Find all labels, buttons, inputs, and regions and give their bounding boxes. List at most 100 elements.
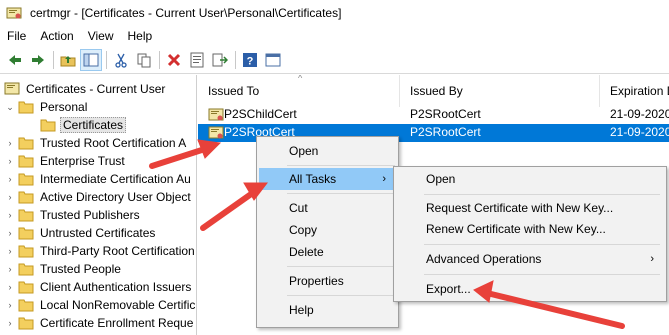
context-menu-cut[interactable]: Cut — [259, 197, 396, 219]
menu-separator — [287, 193, 395, 194]
chevron-right-icon[interactable]: › — [4, 210, 16, 220]
back-button[interactable] — [4, 49, 26, 71]
tree-node-certificates[interactable]: Certificates — [38, 116, 127, 134]
menu-view[interactable]: View — [81, 29, 121, 43]
menu-item-label: Copy — [289, 223, 318, 237]
cut-icon — [115, 53, 127, 68]
menu-help[interactable]: Help — [121, 29, 160, 43]
certificates-store-icon — [4, 82, 20, 95]
open-folder-icon — [40, 119, 56, 132]
menu-item-label: Help — [289, 303, 314, 317]
tree-node-store[interactable]: › Trusted Root Certification A — [4, 134, 188, 152]
help-icon: ? — [243, 52, 257, 67]
tree-node-root[interactable]: Certificates - Current User — [2, 80, 167, 98]
all-tasks-submenu: Open Request Certificate with New Key...… — [393, 166, 667, 302]
chevron-right-icon[interactable]: › — [4, 192, 16, 202]
tree-label-store: Client Authentication Issuers — [40, 280, 192, 294]
console-tree: Certificates - Current User ⌄ Personal C… — [0, 75, 197, 335]
console-button[interactable] — [262, 49, 284, 71]
window-title: certmgr - [Certificates - Current User\P… — [30, 6, 342, 20]
submenu-open[interactable]: Open — [396, 168, 664, 190]
copy-button[interactable] — [133, 49, 155, 71]
tree-node-store[interactable]: › Untrusted Certificates — [4, 224, 157, 242]
folder-icon — [18, 209, 34, 222]
tree-label-store: Intermediate Certification Au — [40, 172, 191, 186]
cell-expiration: 21-09-2020 — [610, 107, 669, 121]
column-header-issued-to[interactable]: Issued To — [198, 75, 400, 107]
show-hide-tree-button[interactable] — [80, 48, 102, 71]
tree-label-root: Certificates - Current User — [26, 82, 166, 96]
menu-file[interactable]: File — [0, 29, 33, 43]
column-header-expiration[interactable]: Expiration D — [600, 75, 669, 107]
folder-icon — [18, 155, 34, 168]
tree-node-store[interactable]: › Trusted People — [4, 260, 123, 278]
tree-label-store: Active Directory User Object — [40, 190, 191, 204]
context-menu-open[interactable]: Open — [259, 140, 396, 162]
context-menu-help[interactable]: Help — [259, 299, 396, 321]
chevron-right-icon[interactable]: › — [4, 318, 16, 328]
tree-node-store[interactable]: › Third-Party Root Certification — [4, 242, 196, 260]
tree-label-store: Trusted People — [40, 262, 121, 276]
delete-icon — [167, 53, 181, 66]
chevron-right-icon: › — [650, 253, 654, 265]
context-menu-properties[interactable]: Properties — [259, 270, 396, 292]
back-arrow-icon — [9, 54, 21, 65]
tree-node-store[interactable]: › Local NonRemovable Certific — [4, 296, 196, 314]
tree-label-store: Third-Party Root Certification — [40, 244, 195, 258]
menu-item-label: Advanced Operations — [426, 252, 542, 266]
chevron-right-icon[interactable]: › — [4, 228, 16, 238]
chevron-right-icon[interactable]: › — [4, 174, 16, 184]
menu-item-label: Open — [289, 144, 319, 158]
menu-separator — [287, 266, 395, 267]
menu-action[interactable]: Action — [33, 29, 80, 43]
submenu-export[interactable]: Export... — [396, 278, 664, 300]
tree-label-store: Enterprise Trust — [40, 154, 125, 168]
cut-button[interactable] — [110, 49, 132, 71]
menu-separator — [287, 295, 395, 296]
tree-node-personal[interactable]: ⌄ Personal — [4, 98, 89, 116]
chevron-right-icon[interactable]: › — [4, 246, 16, 256]
menu-separator — [424, 194, 660, 195]
table-row[interactable]: P2SChildCert P2SRootCert 21-09-2020 — [198, 106, 669, 124]
tree-label-store: Trusted Root Certification A — [40, 136, 187, 150]
certificate-icon — [208, 108, 224, 121]
chevron-right-icon[interactable]: › — [4, 156, 16, 166]
submenu-advanced-operations[interactable]: Advanced Operations › — [396, 248, 664, 270]
chevron-right-icon[interactable]: › — [4, 282, 16, 292]
context-menu-delete[interactable]: Delete — [259, 241, 396, 263]
certmgr-icon — [6, 7, 22, 19]
tree-node-store[interactable]: › Certificate Enrollment Reque — [4, 314, 195, 332]
menu-item-label: Renew Certificate with New Key... — [426, 222, 606, 236]
tree-node-store[interactable]: › Enterprise Trust — [4, 152, 127, 170]
folder-icon — [18, 245, 34, 258]
menu-bar: File Action View Help — [0, 26, 669, 46]
menu-item-label: Delete — [289, 245, 324, 259]
tree-node-store[interactable]: › Trusted Publishers — [4, 206, 142, 224]
tree-label-store: Trusted Publishers — [40, 208, 140, 222]
chevron-down-icon[interactable]: ⌄ — [4, 102, 16, 113]
chevron-right-icon[interactable]: › — [4, 138, 16, 148]
chevron-right-icon[interactable]: › — [4, 264, 16, 274]
menu-separator — [287, 165, 395, 166]
export-list-button[interactable] — [209, 49, 231, 71]
up-one-level-button[interactable] — [57, 49, 79, 71]
forward-arrow-icon — [32, 54, 44, 65]
forward-button[interactable] — [27, 49, 49, 71]
tree-node-store[interactable]: › Intermediate Certification Au — [4, 170, 193, 188]
tree-label-certificates: Certificates — [60, 117, 127, 133]
tree-node-store[interactable]: › Active Directory User Object — [4, 188, 193, 206]
context-menu-all-tasks[interactable]: All Tasks › — [259, 168, 396, 190]
properties-button[interactable] — [186, 49, 208, 71]
toolbar-separator — [53, 50, 54, 69]
column-header-issued-by[interactable]: Issued By — [400, 75, 600, 107]
delete-button[interactable] — [163, 49, 185, 71]
tree-node-store[interactable]: › Client Authentication Issuers — [4, 278, 193, 296]
show-hide-tree-icon — [83, 53, 99, 66]
export-list-icon — [212, 53, 228, 66]
help-button[interactable]: ? — [239, 49, 261, 71]
context-menu-copy[interactable]: Copy — [259, 219, 396, 241]
chevron-right-icon[interactable]: › — [4, 300, 16, 310]
submenu-request-new-key[interactable]: Request Certificate with New Key... — [396, 197, 664, 219]
submenu-renew-new-key[interactable]: Renew Certificate with New Key... — [396, 218, 664, 240]
toolbar-separator — [106, 50, 107, 69]
